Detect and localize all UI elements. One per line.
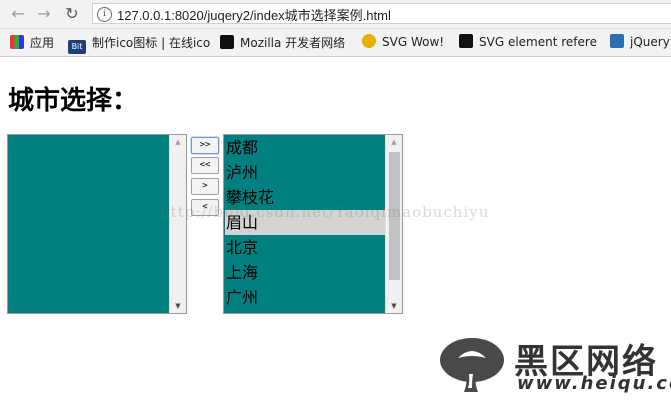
city-option[interactable]: 上海 xyxy=(225,260,386,285)
city-option[interactable]: 成都 xyxy=(225,135,386,160)
browser-toolbar: ← → ↻ i 127.0.0.1:8020/juqery2/index城市选择… xyxy=(0,0,671,29)
move-right-button[interactable]: > xyxy=(191,178,219,195)
scroll-down-arrow-icon[interactable]: ▼ xyxy=(170,299,186,313)
svg-wow-icon xyxy=(362,34,376,48)
reload-icon[interactable]: ↻ xyxy=(62,4,82,24)
city-option[interactable]: 北京 xyxy=(225,235,386,260)
mushroom-logo-icon xyxy=(440,338,504,392)
watermark-text: http://blog.csdn.net/Yaoiqimaobuchiyu xyxy=(160,203,490,221)
mozilla-icon xyxy=(220,35,234,49)
city-option[interactable]: 泸州 xyxy=(225,160,386,185)
bookmark-jquery[interactable]: jQuery xyxy=(610,34,670,49)
bookmark-apps[interactable]: 应用 xyxy=(10,34,54,51)
back-arrow-icon[interactable]: ← xyxy=(8,4,28,24)
bookmarks-bar: 应用 Bit 制作ico图标 | 在线ico Mozilla 开发者网络 SVG … xyxy=(0,29,671,57)
apps-grid-icon xyxy=(10,35,24,49)
scroll-up-arrow-icon[interactable]: ▲ xyxy=(170,135,186,149)
page-title: 城市选择： xyxy=(8,86,139,116)
city-option[interactable]: 广州 xyxy=(225,285,386,310)
bookmark-svg-element[interactable]: SVG element refere xyxy=(459,34,597,49)
bookmark-mozilla[interactable]: Mozilla 开发者网络 xyxy=(220,34,345,51)
bookmark-ico-maker[interactable]: Bit 制作ico图标 | 在线ico xyxy=(68,34,210,54)
bit-icon: Bit xyxy=(68,40,86,54)
jquery-icon xyxy=(610,34,624,48)
brand-url: www.heiqu.com xyxy=(517,373,671,394)
right-list-scrollbar[interactable]: ▲ ▼ xyxy=(385,135,402,313)
left-city-list[interactable]: ▲ ▼ xyxy=(7,134,187,314)
scroll-down-arrow-icon[interactable]: ▼ xyxy=(386,299,402,313)
scroll-up-arrow-icon[interactable]: ▲ xyxy=(386,135,402,149)
address-bar[interactable]: i 127.0.0.1:8020/juqery2/index城市选择案例.htm… xyxy=(92,3,671,24)
info-icon[interactable]: i xyxy=(97,7,112,22)
move-all-left-button[interactable]: << xyxy=(191,157,219,174)
url-text: 127.0.0.1:8020/juqery2/index城市选择案例.html xyxy=(117,8,391,23)
left-list-scrollbar[interactable]: ▲ ▼ xyxy=(169,135,186,313)
forward-arrow-icon[interactable]: → xyxy=(34,4,54,24)
svg-element-icon xyxy=(459,34,473,48)
right-city-list[interactable]: 成都 泸州 攀枝花 眉山 北京 上海 广州 ▲ ▼ xyxy=(223,134,403,314)
bookmark-svg-wow[interactable]: SVG Wow! xyxy=(362,34,444,49)
move-all-right-button[interactable]: >> xyxy=(191,137,219,154)
